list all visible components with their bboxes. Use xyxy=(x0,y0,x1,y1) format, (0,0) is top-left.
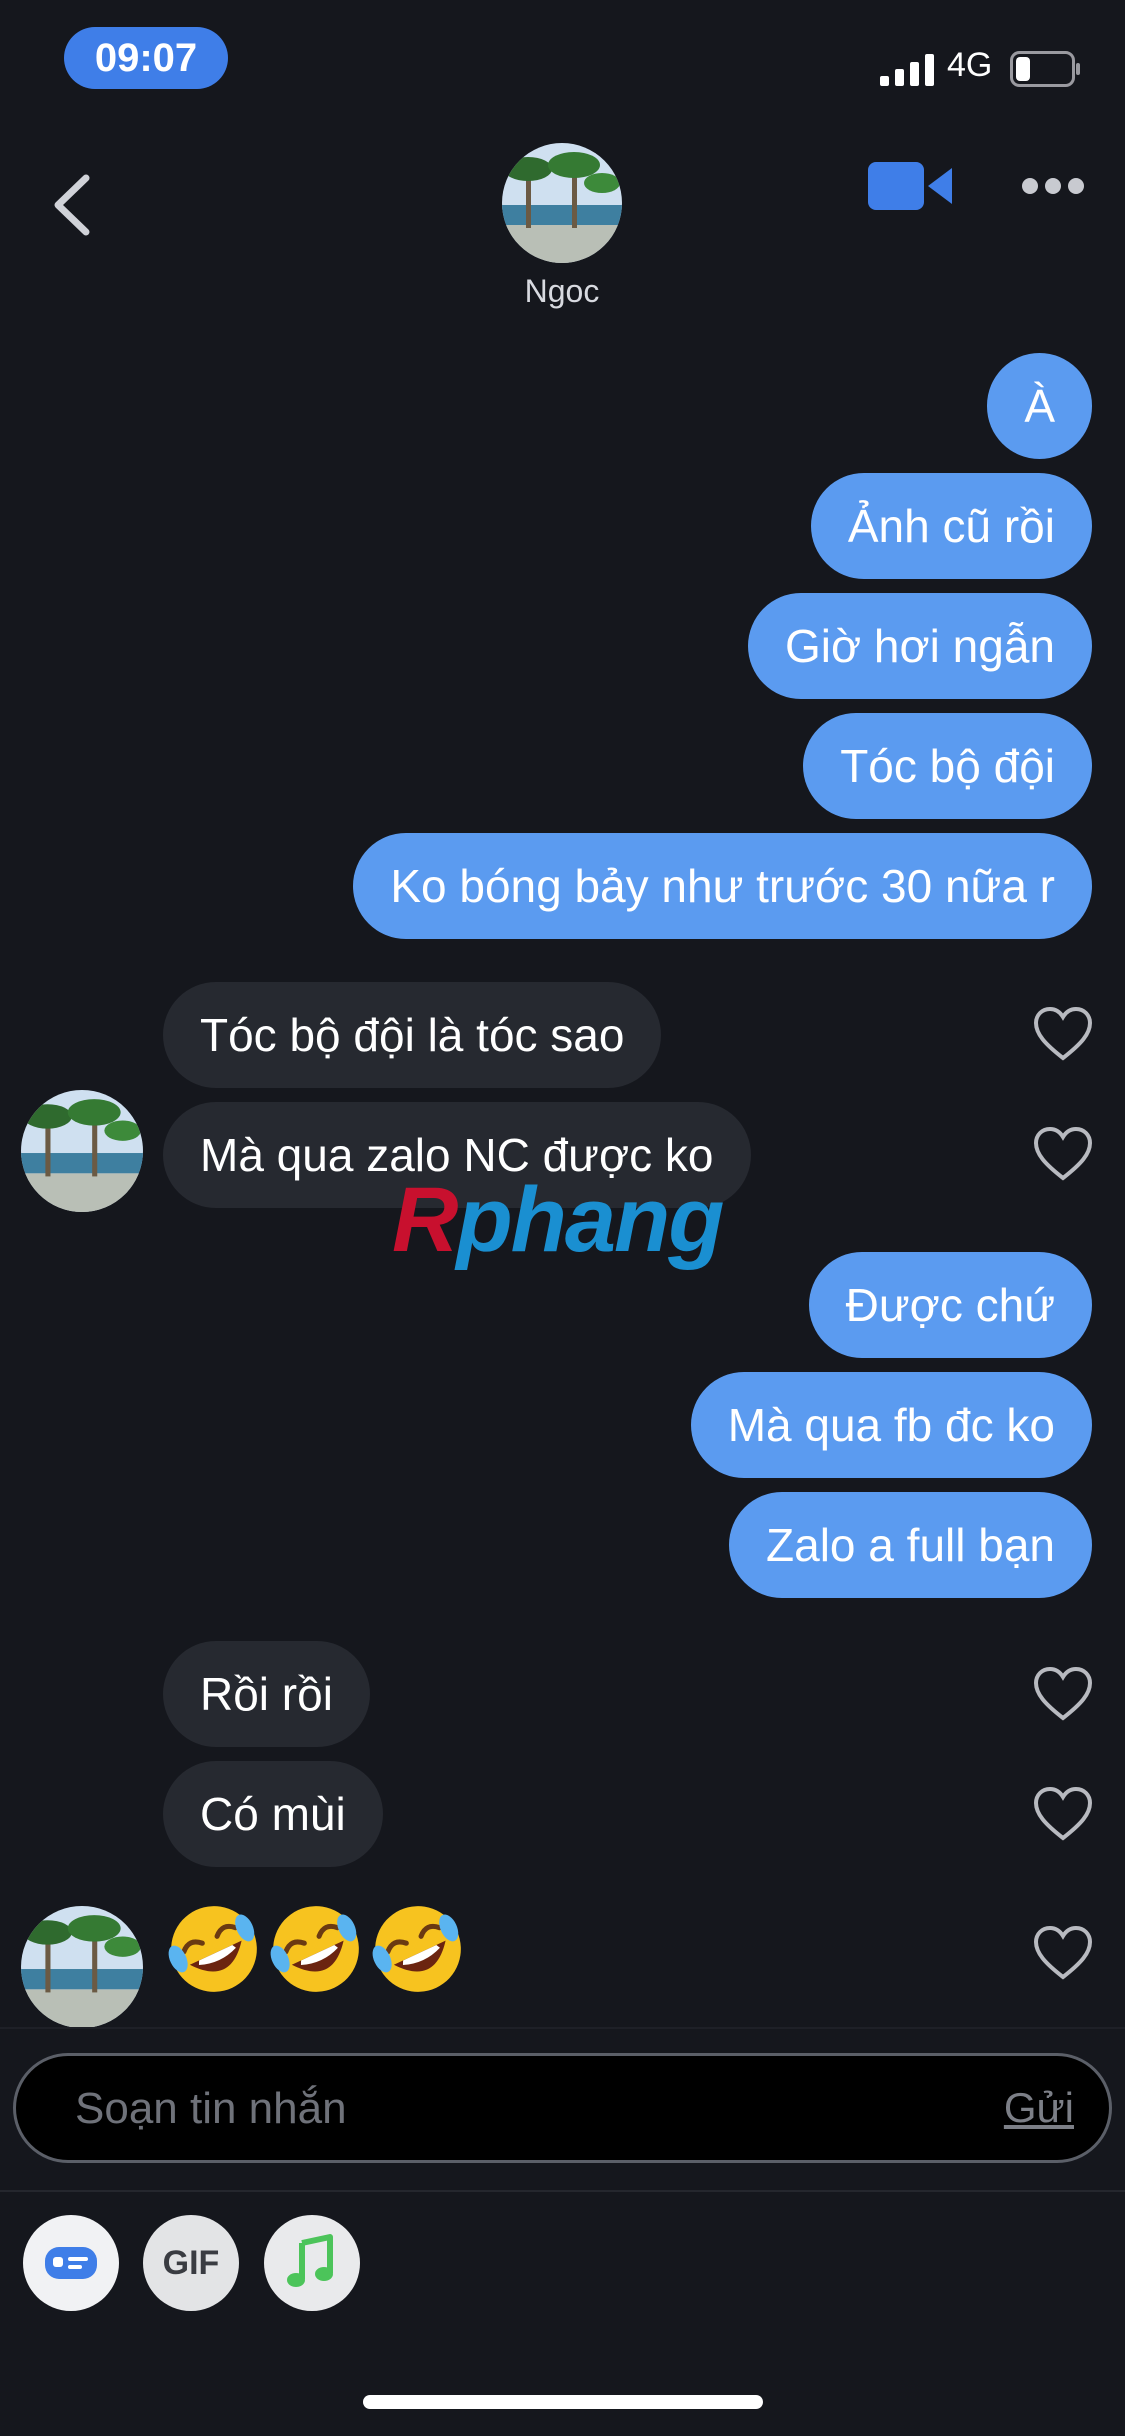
heart-icon[interactable] xyxy=(1033,1006,1093,1062)
card-icon xyxy=(45,2247,97,2279)
status-time: 09:07 xyxy=(64,27,228,89)
back-chevron-icon[interactable] xyxy=(48,170,98,240)
message-outgoing[interactable]: Tóc bộ đội xyxy=(803,713,1092,819)
message-input[interactable] xyxy=(73,2056,937,2162)
card-button[interactable] xyxy=(23,2215,119,2311)
message-outgoing[interactable]: Zalo a full bạn xyxy=(729,1492,1092,1598)
music-note-icon xyxy=(287,2234,333,2287)
heart-icon[interactable] xyxy=(1033,1786,1093,1842)
heart-icon[interactable] xyxy=(1033,1925,1093,1981)
watermark-logo: Rphang xyxy=(392,1169,724,1271)
battery-icon xyxy=(1010,51,1080,87)
gif-button[interactable]: GIF xyxy=(143,2215,239,2311)
message-outgoing[interactable]: Giờ hơi ngẫn xyxy=(747,593,1092,699)
contact-name: Ngoc xyxy=(524,273,600,309)
message-outgoing[interactable]: Ảnh cũ rồi xyxy=(810,473,1092,579)
message-outgoing[interactable]: Ko bóng bảy như trước 30 nữa r xyxy=(353,833,1092,939)
message-composer: Gửi xyxy=(13,2053,1112,2163)
home-indicator[interactable] xyxy=(363,2395,763,2409)
more-icon[interactable] xyxy=(1020,174,1086,198)
rolling-on-floor-laughing-icon xyxy=(372,1906,461,1992)
rolling-on-floor-laughing-icon xyxy=(168,1906,257,1992)
send-button[interactable]: Gửi xyxy=(1004,2056,1074,2160)
message-incoming[interactable]: Tóc bộ đội là tóc sao xyxy=(163,982,662,1088)
message-outgoing[interactable]: À xyxy=(987,353,1092,459)
contact-avatar-small[interactable] xyxy=(21,1090,143,1212)
message-incoming-emoji[interactable] xyxy=(163,1898,469,2000)
divider xyxy=(0,2190,1125,2192)
signal-icon xyxy=(880,54,934,86)
music-button[interactable] xyxy=(264,2215,360,2311)
divider xyxy=(0,2027,1125,2029)
contact-avatar-small[interactable] xyxy=(21,1906,143,2028)
message-incoming[interactable]: Rồi rồi xyxy=(163,1641,370,1747)
contact-avatar[interactable] xyxy=(502,143,622,263)
message-outgoing[interactable]: Được chứ xyxy=(808,1252,1092,1358)
message-incoming[interactable]: Có mùi xyxy=(163,1761,383,1867)
video-call-icon[interactable] xyxy=(868,160,952,212)
message-outgoing[interactable]: Mà qua fb đc ko xyxy=(690,1372,1092,1478)
rolling-on-floor-laughing-icon xyxy=(270,1906,359,1992)
heart-icon[interactable] xyxy=(1033,1126,1093,1182)
network-type: 4G xyxy=(947,46,993,84)
heart-icon[interactable] xyxy=(1033,1666,1093,1722)
